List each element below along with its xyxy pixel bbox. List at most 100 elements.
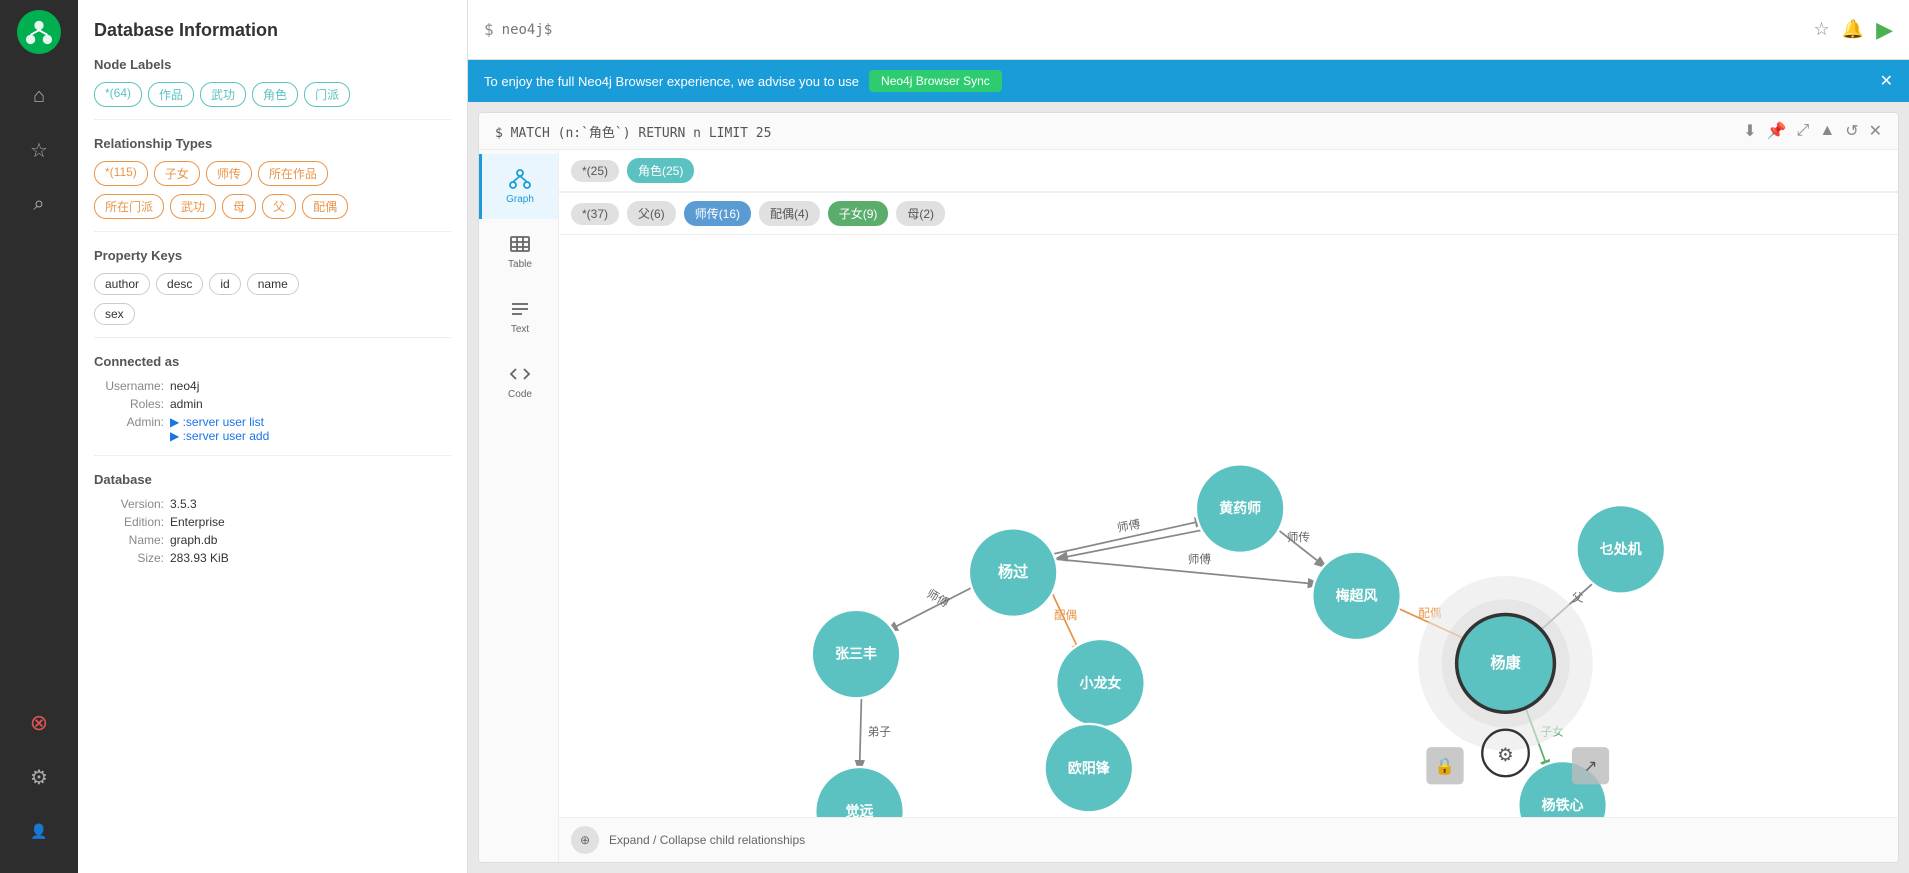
filter-zinv[interactable]: 子女(9) — [828, 201, 889, 226]
roles-value: admin — [170, 397, 203, 411]
fullscreen-icon[interactable]: ⤢ — [1797, 122, 1810, 140]
divider-4 — [94, 455, 451, 456]
tag-shifu[interactable]: 师传 — [206, 161, 252, 186]
star-icon[interactable]: ☆ — [17, 128, 61, 172]
error-icon[interactable]: ⊗ — [17, 701, 61, 745]
divider-1 — [94, 119, 451, 120]
close-result-icon[interactable]: ✕ — [1869, 121, 1882, 141]
command-input[interactable] — [502, 22, 1814, 38]
neo4j-banner: To enjoy the full Neo4j Browser experien… — [468, 60, 1909, 102]
svg-text:欧阳锋: 欧阳锋 — [1068, 760, 1111, 776]
app-logo[interactable] — [17, 10, 61, 54]
banner-close-icon[interactable]: ✕ — [1880, 71, 1893, 91]
tag-suozaimenpai[interactable]: 所在门派 — [94, 194, 164, 219]
database-info: Version: 3.5.3 Edition: Enterprise Name:… — [94, 497, 451, 565]
graph-canvas[interactable]: 师傅 配偶 师傅 弟子 师传 — [559, 235, 1898, 817]
tag-peiou[interactable]: 配偶 — [302, 194, 348, 219]
tag-zuopin[interactable]: 作品 — [148, 82, 194, 107]
graph-display-area: *(25) 角色(25) *(37) 父(6) 师传(16) 配偶(4) 子女(… — [559, 150, 1898, 862]
download-icon[interactable]: ⬇ — [1743, 121, 1756, 141]
tag-desc[interactable]: desc — [156, 273, 203, 295]
banner-message: To enjoy the full Neo4j Browser experien… — [484, 74, 859, 89]
svg-text:师傅: 师傅 — [1188, 553, 1212, 566]
svg-text:张三丰: 张三丰 — [835, 646, 877, 662]
svg-text:觉远: 觉远 — [846, 803, 874, 817]
filter-all-nodes[interactable]: *(25) — [571, 160, 619, 182]
code-view-button[interactable]: Code — [479, 349, 558, 414]
table-label: Table — [508, 259, 532, 270]
svg-text:梅超风: 梅超风 — [1336, 587, 1378, 603]
svg-text:⚙: ⚙ — [1497, 744, 1514, 765]
svg-text:🔒: 🔒 — [1435, 758, 1455, 776]
graph-label: Graph — [506, 194, 534, 205]
prop-keys-tags-2: sex — [94, 303, 451, 325]
result-toolbar: $ MATCH (n:`角色`) RETURN n LIMIT 25 ⬇ 📌 ⤢… — [479, 113, 1898, 150]
notification-icon[interactable]: 🔔 — [1842, 19, 1864, 40]
connected-info: Username: neo4j Roles: admin Admin: ▶ :s… — [94, 379, 451, 443]
tag-sex[interactable]: sex — [94, 303, 135, 325]
filter-peiou[interactable]: 配偶(4) — [759, 201, 820, 226]
refresh-icon[interactable]: ↺ — [1845, 121, 1858, 141]
server-user-list-link[interactable]: ▶ :server user list — [170, 415, 264, 429]
svg-text:弟子: 弟子 — [868, 726, 892, 739]
share-icon[interactable]: 👤 — [17, 809, 61, 853]
neo4j-sync-button[interactable]: Neo4j Browser Sync — [869, 70, 1002, 92]
node-labels-tags: *(64) 作品 武功 角色 门派 — [94, 82, 451, 107]
tag-name[interactable]: name — [247, 273, 299, 295]
db-name-value: graph.db — [170, 533, 217, 547]
tag-id[interactable]: id — [209, 273, 240, 295]
svg-text:配偶: 配偶 — [1054, 609, 1077, 622]
tag-wugong-rel[interactable]: 武功 — [170, 194, 216, 219]
filter-jiaose[interactable]: 角色(25) — [627, 158, 694, 183]
svg-text:师传: 师传 — [1287, 530, 1311, 544]
username-label: Username: — [94, 379, 164, 393]
prop-keys-title: Property Keys — [94, 248, 451, 263]
settings-icon[interactable]: ⚙ — [17, 755, 61, 799]
edition-label: Edition: — [94, 515, 164, 529]
tag-wugong[interactable]: 武功 — [200, 82, 246, 107]
run-icon[interactable]: ▶ — [1876, 17, 1893, 43]
filter-shifu[interactable]: 师传(16) — [684, 201, 751, 226]
graph-bottom-bar: ⊕ Expand / Collapse child relationships — [559, 817, 1898, 862]
tag-fu[interactable]: 父 — [262, 194, 296, 219]
tag-mu[interactable]: 母 — [222, 194, 256, 219]
roles-label: Roles: — [94, 397, 164, 411]
tag-menpai[interactable]: 门派 — [304, 82, 350, 107]
graph-view-button[interactable]: Graph — [479, 154, 558, 219]
filter-fu[interactable]: 父(6) — [627, 201, 676, 226]
pin-icon[interactable]: 📌 — [1767, 121, 1787, 141]
search-icon[interactable]: ⌕ — [17, 182, 61, 226]
node-labels-title: Node Labels — [94, 57, 451, 72]
admin-label: Admin: — [94, 415, 164, 443]
result-panel: $ MATCH (n:`角色`) RETURN n LIMIT 25 ⬇ 📌 ⤢… — [478, 112, 1899, 863]
svg-text:杨过: 杨过 — [998, 563, 1029, 581]
svg-text:师傅: 师傅 — [1116, 518, 1142, 535]
collapse-icon[interactable]: ▲ — [1819, 122, 1835, 140]
home-icon[interactable]: ⌂ — [17, 74, 61, 118]
expand-collapse-button[interactable]: ⊕ — [571, 826, 599, 854]
version-label: Version: — [94, 497, 164, 511]
result-content: Graph Table — [479, 150, 1898, 862]
tag-all-nodes[interactable]: *(64) — [94, 82, 142, 107]
tag-author[interactable]: author — [94, 273, 150, 295]
sidebar-title: Database Information — [94, 20, 451, 41]
tag-suozaizuopin[interactable]: 所在作品 — [258, 161, 328, 186]
database-title: Database — [94, 472, 451, 487]
server-user-add-link[interactable]: ▶ :server user add — [170, 429, 269, 443]
filter-mu[interactable]: 母(2) — [896, 201, 945, 226]
table-view-button[interactable]: Table — [479, 219, 558, 284]
db-name-label: Name: — [94, 533, 164, 547]
tag-jiaose[interactable]: 角色 — [252, 82, 298, 107]
rel-types-tags-2: 所在门派 武功 母 父 配偶 — [94, 194, 451, 219]
filter-all-rels[interactable]: *(37) — [571, 203, 619, 225]
text-view-button[interactable]: Text — [479, 284, 558, 349]
favorite-icon[interactable]: ☆ — [1814, 19, 1830, 40]
view-toggle: Graph Table — [479, 150, 559, 862]
tag-all-rels[interactable]: *(115) — [94, 161, 148, 186]
filter-bar: *(25) 角色(25) — [559, 150, 1898, 192]
tag-zinv[interactable]: 子女 — [154, 161, 200, 186]
filter-bar-2: *(37) 父(6) 师传(16) 配偶(4) 子女(9) 母(2) — [559, 192, 1898, 235]
svg-text:黄药师: 黄药师 — [1219, 500, 1261, 516]
version-value: 3.5.3 — [170, 497, 197, 511]
sidebar: Database Information Node Labels *(64) 作… — [78, 0, 468, 873]
